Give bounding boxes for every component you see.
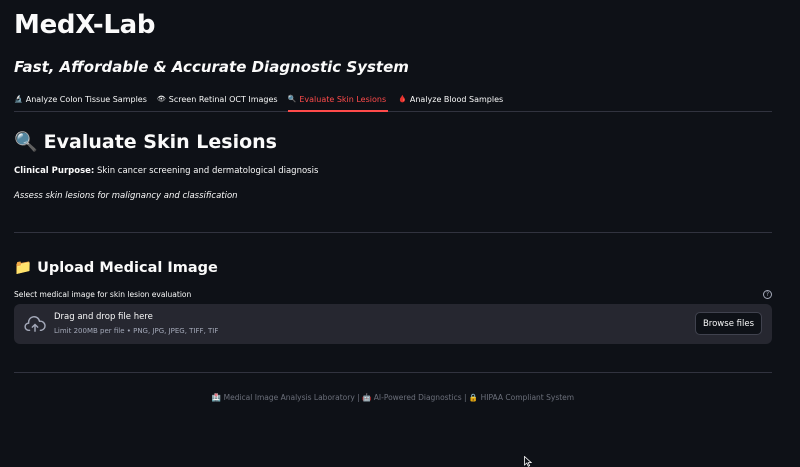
file-limit-text: Limit 200MB per file • PNG, JPG, JPEG, T… [54,327,219,335]
microscope-icon: 🔬 [14,95,23,103]
clinical-purpose: Clinical Purpose: Skin cancer screening … [14,166,318,176]
section-title-text: Evaluate Skin Lesions [43,130,277,153]
tab-blood-samples[interactable]: 🩸 Analyze Blood Samples [398,88,513,110]
app-subtitle: Fast, Affordable & Accurate Diagnostic S… [14,58,409,76]
divider [14,372,772,373]
section-title: 🔍 Evaluate Skin Lesions [14,130,277,154]
upload-label: Select medical image for skin lesion eva… [14,290,192,299]
clinical-purpose-text: Skin cancer screening and dermatological… [94,166,319,176]
folder-icon: 📁 [14,260,33,276]
assess-description: Assess skin lesions for malignancy and c… [14,191,238,201]
app-title: MedX-Lab [14,10,156,40]
cloud-upload-icon [24,316,46,332]
tab-label: Evaluate Skin Lesions [299,94,387,104]
magnifier-icon: 🔍 [287,95,297,103]
upload-title-text: Upload Medical Image [37,259,218,276]
eye-icon: 👁 [156,95,166,103]
file-dropzone[interactable]: Drag and drop file here Limit 200MB per … [14,304,772,344]
tab-label: Analyze Colon Tissue Samples [25,94,147,104]
tab-retinal-oct[interactable]: 👁 Screen Retinal OCT Images [157,88,288,110]
tab-label: Analyze Blood Samples [409,94,504,104]
drop-text: Drag and drop file here [54,312,153,322]
footer-text: 🏥 Medical Image Analysis Laboratory | 🤖 … [211,393,575,402]
divider [14,232,772,233]
magnifier-icon: 🔍 [14,131,38,153]
blood-drop-icon: 🩸 [398,95,407,103]
help-icon[interactable]: ? [763,290,772,299]
tab-bar: 🔬 Analyze Colon Tissue Samples 👁 Screen … [14,88,772,112]
tab-label: Screen Retinal OCT Images [168,94,278,104]
mouse-cursor-icon [524,456,532,467]
clinical-purpose-label: Clinical Purpose: [14,166,95,176]
browse-files-button[interactable]: Browse files [694,312,762,335]
upload-title: 📁 Upload Medical Image [14,259,218,277]
tab-colon-tissue[interactable]: 🔬 Analyze Colon Tissue Samples [14,88,157,110]
tab-skin-lesions[interactable]: 🔍 Evaluate Skin Lesions [287,88,389,112]
